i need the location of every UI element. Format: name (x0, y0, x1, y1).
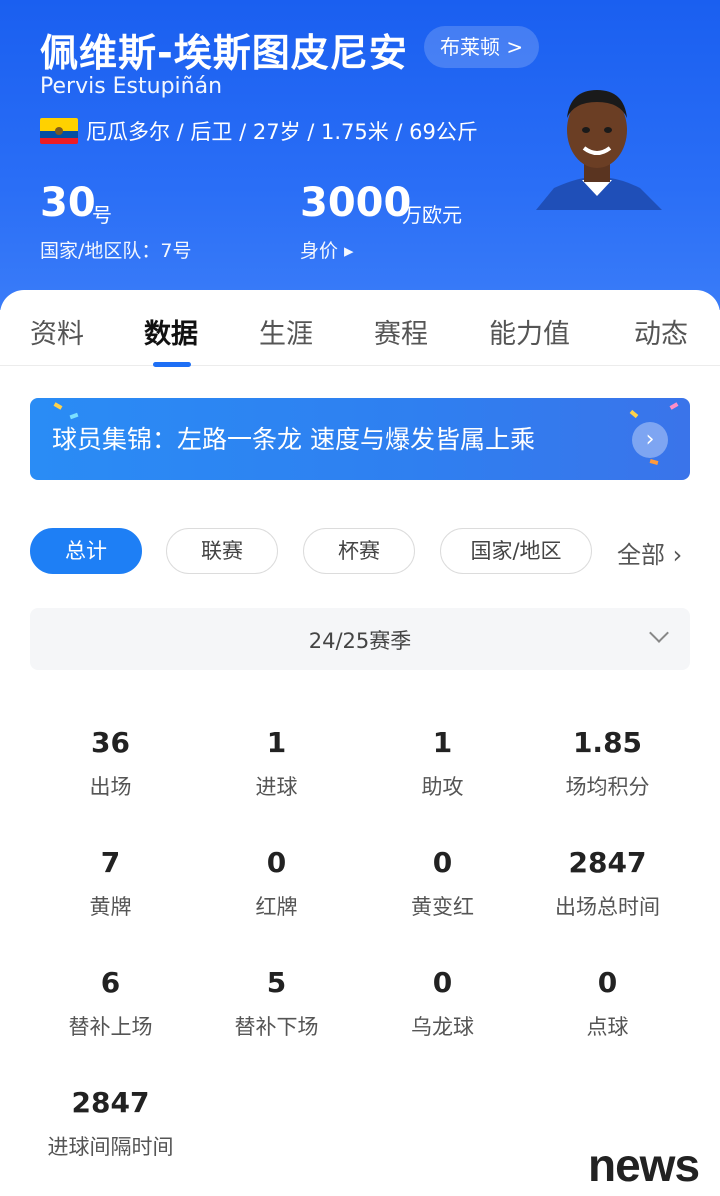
stat-assists: 1 助攻 (360, 726, 525, 801)
filter-total[interactable]: 总计 (30, 528, 142, 574)
stat-label: 进球 (255, 775, 298, 799)
chevron-right-icon[interactable]: › (632, 422, 668, 458)
stat-value: 6 (100, 966, 121, 999)
tab-stats[interactable]: 数据 (144, 312, 198, 351)
player-avatar (536, 90, 662, 210)
stat-yellow-cards: 7 黄牌 (28, 846, 193, 921)
stat-value: 7 (100, 846, 121, 879)
stat-value: 0 (266, 846, 287, 879)
filter-league[interactable]: 联赛 (166, 528, 278, 574)
stat-value: 1 (266, 726, 287, 759)
market-value-unit: 万欧元 (402, 203, 462, 227)
stat-value: 0 (597, 966, 618, 999)
stat-minutes-played: 2847 出场总时间 (525, 846, 690, 921)
player-info-text: 厄瓜多尔 / 后卫 / 27岁 / 1.75米 / 69公斤 (86, 120, 478, 144)
news-watermark: news (588, 1139, 700, 1191)
season-label: 24/25赛季 (308, 629, 412, 653)
stat-value: 2847 (568, 846, 647, 879)
season-selector[interactable]: 24/25赛季 (30, 608, 690, 670)
stat-label: 出场总时间 (555, 895, 660, 919)
stat-label: 红牌 (255, 895, 298, 919)
stat-label: 替补下场 (234, 1015, 319, 1039)
stat-value: 0 (432, 846, 453, 879)
stat-second-yellow: 0 黄变红 (360, 846, 525, 921)
national-team-number: 国家/地区队：7号 (40, 240, 192, 262)
shirt-number: 30 (40, 180, 96, 226)
stat-minutes-per-goal: 2847 进球间隔时间 (28, 1086, 193, 1161)
stat-own-goals: 0 乌龙球 (360, 966, 525, 1041)
banner-title: 球员集锦：左路一条龙 速度与爆发皆属上乘 (52, 425, 535, 454)
club-link[interactable]: 布莱顿 > (424, 26, 540, 68)
stat-sub-on: 6 替补上场 (28, 966, 193, 1041)
content-card: 资料 数据 生涯 赛程 能力值 动态 球员集锦：左路一条龙 速度与爆发皆属上乘 … (0, 290, 720, 1196)
stat-appearances: 36 出场 (28, 726, 193, 801)
market-value: 3000 (300, 180, 412, 226)
stat-penalties: 0 点球 (525, 966, 690, 1041)
stat-label: 助攻 (421, 775, 464, 799)
ecuador-flag-icon (40, 118, 78, 144)
tab-news[interactable]: 动态 (634, 312, 688, 351)
tab-ability[interactable]: 能力值 (489, 312, 570, 351)
stat-label: 替补上场 (68, 1015, 153, 1039)
filter-national[interactable]: 国家/地区 (440, 528, 592, 574)
stat-value: 5 (266, 966, 287, 999)
stat-label: 场均积分 (565, 775, 650, 799)
stat-label: 点球 (586, 1015, 629, 1039)
tab-bar: 资料 数据 生涯 赛程 能力值 动态 (0, 290, 720, 367)
stat-value: 36 (91, 726, 130, 759)
stat-label: 乌龙球 (411, 1015, 474, 1039)
shirt-number-unit: 号 (92, 203, 112, 227)
player-name-cn: 佩维斯-埃斯图皮尼安 (40, 31, 408, 75)
stat-label: 进球间隔时间 (47, 1135, 174, 1159)
highlight-banner[interactable]: 球员集锦：左路一条龙 速度与爆发皆属上乘 › (30, 398, 690, 480)
stat-value: 1 (432, 726, 453, 759)
stat-label: 黄牌 (89, 895, 132, 919)
player-info: 厄瓜多尔 / 后卫 / 27岁 / 1.75米 / 69公斤 (40, 116, 478, 146)
stat-points-per-game: 1.85 场均积分 (525, 726, 690, 801)
stat-red-cards: 0 红牌 (194, 846, 359, 921)
stat-value: 1.85 (572, 726, 643, 759)
stat-sub-off: 5 替补下场 (194, 966, 359, 1041)
tab-career[interactable]: 生涯 (259, 312, 313, 351)
stat-label: 黄变红 (411, 895, 474, 919)
stat-label: 出场 (89, 775, 132, 799)
player-name-en: Pervis Estupiñán (40, 74, 223, 99)
market-value-link[interactable]: 身价 ▸ (300, 236, 354, 263)
player-header: 佩维斯-埃斯图皮尼安 布莱顿 > Pervis Estupiñán 厄瓜多尔 /… (0, 0, 720, 310)
active-tab-indicator (153, 362, 191, 367)
stat-goals: 1 进球 (194, 726, 359, 801)
filter-cup[interactable]: 杯赛 (303, 528, 415, 574)
filter-all[interactable]: 全部 › (617, 535, 682, 570)
tab-profile[interactable]: 资料 (30, 312, 84, 351)
tab-schedule[interactable]: 赛程 (374, 312, 428, 351)
stat-value: 0 (432, 966, 453, 999)
stat-value: 2847 (71, 1086, 150, 1119)
